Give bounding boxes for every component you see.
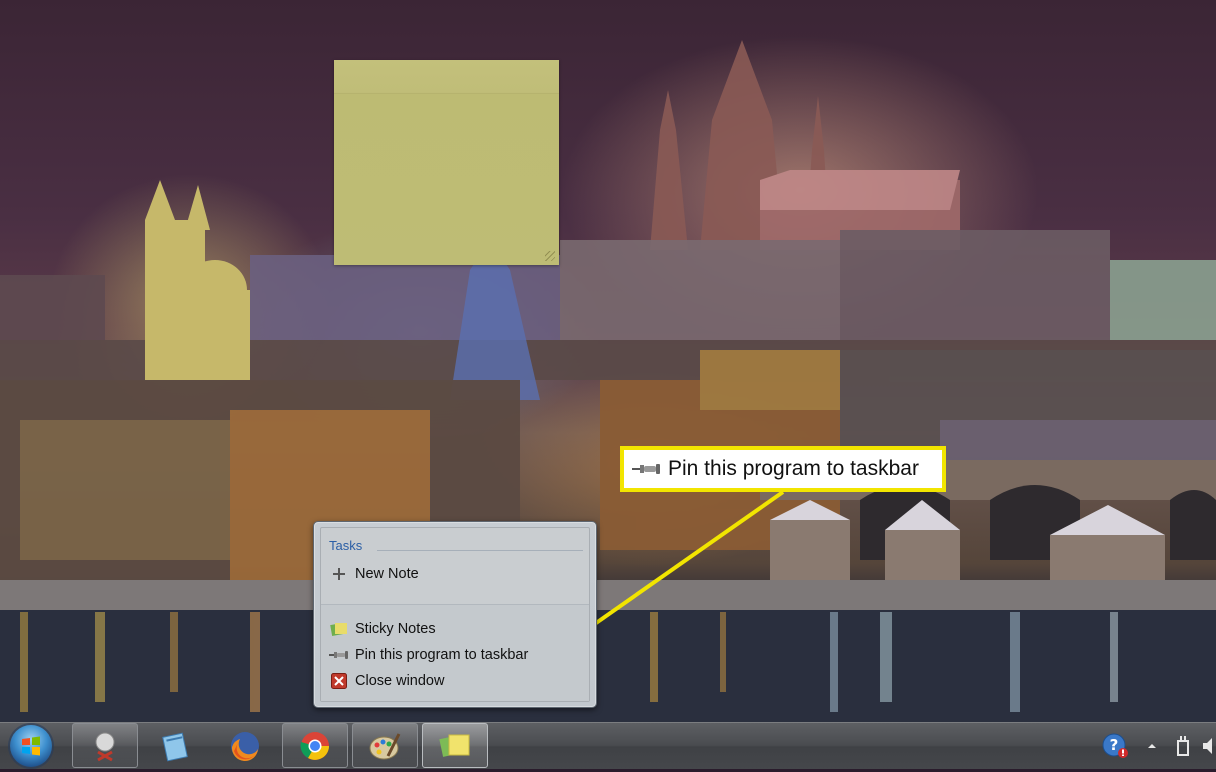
notepad-icon [162,732,188,761]
jump-item-label: New Note [355,566,419,582]
wallpaper-cityscape [0,40,1216,722]
jump-list-panel: Tasks New Note Sticky Notes Pin this pro… [320,527,590,702]
firefox-icon [231,731,259,761]
jump-item-close-window[interactable]: Close window [325,670,585,692]
sticky-note-window[interactable] [334,60,559,265]
jump-item-label: Close window [355,673,445,689]
volume-icon[interactable] [1200,733,1216,759]
callout-text: Pin this program to taskbar [668,457,919,480]
jump-item-label: Pin this program to taskbar [355,647,529,663]
tasks-section-title: Tasks [329,538,363,553]
start-button[interactable] [10,725,52,767]
plus-icon [329,566,349,582]
taskbar-sticky-notes[interactable] [422,723,488,768]
sticky-notes-icon [439,734,470,757]
jump-item-sticky-notes[interactable]: Sticky Notes [325,618,585,640]
paint-icon [369,732,401,759]
pin-icon [329,647,349,663]
show-hidden-icons-chevron[interactable] [1144,733,1160,759]
desktop-wallpaper [0,0,1216,722]
close-window-icon [329,673,349,689]
jump-item-new-note[interactable]: New Note [325,563,585,585]
svg-text:?: ? [1110,736,1119,754]
taskbar-notepad[interactable] [142,723,208,768]
pin-icon [632,461,662,477]
jump-item-label: Sticky Notes [355,621,436,637]
help-icon[interactable]: ? [1100,733,1130,759]
taskbar: ? [0,722,1216,769]
taskbar-chrome[interactable] [282,723,348,768]
section-divider [377,550,583,551]
chrome-icon [300,731,329,760]
power-icon[interactable] [1172,733,1194,759]
windows-logo-icon [22,736,40,756]
sticky-notes-icon [329,621,349,637]
jump-list: Tasks New Note Sticky Notes Pin this pro… [313,521,597,708]
taskbar-paint[interactable] [352,723,418,768]
taskbar-snipping-tool[interactable] [72,723,138,768]
sticky-note-title-bar[interactable] [334,60,559,94]
taskbar-firefox[interactable] [212,723,278,768]
snipping-tool-icon [95,732,115,761]
resize-grip-icon[interactable] [545,251,555,261]
pin-callout: Pin this program to taskbar [620,446,946,492]
jump-item-pin-to-taskbar[interactable]: Pin this program to taskbar [325,644,585,666]
